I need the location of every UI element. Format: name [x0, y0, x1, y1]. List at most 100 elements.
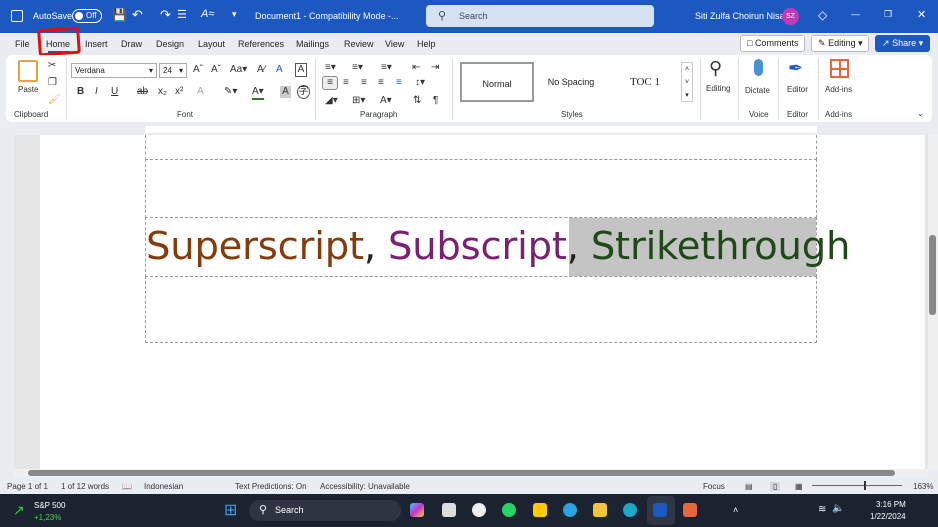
edge-icon[interactable] — [623, 503, 637, 517]
add-ins-icon[interactable] — [830, 59, 849, 78]
subscript-icon[interactable]: x₂ — [158, 86, 167, 98]
line-spacing-icon[interactable]: ↕▾ — [415, 77, 425, 89]
snipping-tool-icon[interactable] — [683, 503, 697, 517]
page-count[interactable]: Page 1 of 1 — [7, 482, 48, 491]
tab-help[interactable]: Help — [417, 39, 436, 49]
sort-icon[interactable]: ⇅ — [413, 95, 421, 107]
table-row[interactable] — [145, 135, 817, 160]
italic-icon[interactable]: I — [95, 86, 98, 98]
add-ins-button[interactable]: Add-ins — [825, 84, 852, 96]
vertical-scroll-thumb[interactable] — [929, 235, 936, 315]
document-text[interactable]: Superscript, Subscript, Strikethrough — [146, 219, 850, 275]
change-case-icon[interactable]: Aa▾ — [230, 64, 247, 76]
comments-button[interactable]: □ Comments — [740, 35, 805, 52]
style-no-spacing[interactable]: No Spacing — [535, 62, 607, 102]
collapse-ribbon-icon[interactable]: ⌄ — [917, 108, 924, 120]
editor-button[interactable]: Editor — [787, 84, 808, 96]
vertical-ruler[interactable] — [0, 135, 14, 470]
undo-icon[interactable]: ↶ — [132, 7, 143, 23]
text-predictions[interactable]: Text Predictions: On — [235, 482, 307, 491]
tab-layout[interactable]: Layout — [198, 39, 225, 49]
app-icon[interactable] — [442, 503, 456, 517]
justify-icon[interactable]: ≡ — [378, 77, 384, 89]
tab-design[interactable]: Design — [156, 39, 184, 49]
text-effects-icon[interactable]: A — [197, 86, 204, 98]
style-normal[interactable]: Normal — [460, 62, 534, 102]
volume-icon[interactable]: 🔈 — [832, 503, 844, 514]
tab-draw[interactable]: Draw — [121, 39, 142, 49]
strikethrough-icon[interactable]: ab — [137, 86, 148, 98]
tab-review[interactable]: Review — [344, 39, 374, 49]
microphone-icon[interactable] — [754, 59, 763, 76]
find-icon[interactable]: ⚲ — [709, 58, 722, 78]
avatar[interactable]: SZ — [782, 8, 799, 25]
web-layout-icon[interactable]: ▦ — [795, 482, 803, 491]
paste-icon[interactable] — [18, 60, 38, 82]
diamond-icon[interactable]: ◇ — [818, 8, 827, 22]
tab-references[interactable]: References — [238, 39, 284, 49]
zoom-slider[interactable] — [812, 485, 902, 486]
wifi-icon[interactable]: ≋ — [818, 504, 826, 515]
table-row[interactable] — [145, 276, 817, 343]
font-color-icon[interactable]: A▾ — [252, 86, 264, 100]
character-shading-icon[interactable]: A — [280, 86, 291, 98]
dictate-button[interactable]: Dictate — [745, 85, 770, 97]
tab-mailings[interactable]: Mailings — [296, 39, 329, 49]
highlight-color-icon[interactable]: ✎▾ — [224, 86, 237, 98]
telegram-icon[interactable] — [563, 503, 577, 517]
clock-time[interactable]: 3:16 PM — [876, 500, 906, 509]
superscript-word[interactable]: Superscript — [146, 224, 364, 269]
print-layout-icon[interactable]: ▯ — [770, 482, 781, 491]
strikethrough-word[interactable]: Strikethrough — [591, 224, 851, 269]
redo-icon[interactable]: ↷ — [160, 7, 171, 23]
character-border-icon[interactable]: A — [295, 63, 307, 77]
horizontal-scroll-thumb[interactable] — [28, 470, 895, 476]
zoom-level[interactable]: 163% — [913, 482, 933, 491]
font-name-select[interactable]: Verdana ▾ — [71, 63, 157, 78]
paste-label[interactable]: Paste — [18, 84, 38, 96]
file-explorer-icon[interactable] — [593, 503, 607, 517]
autosave-toggle[interactable]: Off — [72, 9, 102, 23]
phonetic-guide-icon[interactable]: A — [276, 64, 283, 76]
editor-pen-icon[interactable]: ✒ — [788, 58, 803, 78]
tab-insert[interactable]: Insert — [85, 39, 108, 49]
sticky-notes-icon[interactable] — [533, 503, 547, 517]
word-app-icon[interactable] — [653, 503, 667, 517]
font-style-icon[interactable]: A≈ — [201, 8, 214, 20]
cut-icon[interactable]: ✂ — [48, 60, 56, 72]
tab-file[interactable]: File — [15, 39, 30, 49]
customize-toolbar-icon[interactable]: ▾ — [232, 9, 237, 20]
minimize-icon[interactable]: — — [851, 9, 860, 19]
format-painter-icon[interactable]: 🖌 — [48, 94, 61, 106]
user-name[interactable]: Siti Zulfa Choirun Nisa — [695, 11, 785, 21]
stock-name[interactable]: S&P 500 — [34, 501, 65, 510]
restore-icon[interactable]: ❐ — [884, 9, 892, 20]
font-size-select[interactable]: 24 ▾ — [159, 63, 187, 78]
proofing-icon[interactable]: 📖 — [122, 482, 132, 491]
zoom-slider-thumb[interactable] — [864, 481, 866, 490]
start-icon[interactable]: ⊞ — [224, 500, 237, 520]
shading-icon[interactable]: ◢▾ — [325, 95, 338, 107]
subscript-word[interactable]: Subscript — [388, 224, 567, 269]
distributed-icon[interactable]: ≡ — [396, 77, 402, 89]
search-box[interactable]: ⚲ Search — [426, 5, 654, 27]
table-row[interactable] — [145, 159, 817, 218]
borders-icon[interactable]: ⊞▾ — [352, 95, 365, 107]
enclose-characters-icon[interactable]: 字 — [297, 85, 310, 99]
editing-mode-button[interactable]: ✎ Editing ▾ — [811, 35, 869, 52]
taskbar-search[interactable] — [249, 500, 401, 521]
align-left-icon[interactable]: ≡ — [322, 76, 338, 90]
bold-icon[interactable]: B — [77, 86, 84, 98]
whatsapp-icon[interactable] — [502, 503, 516, 517]
save-icon[interactable]: 💾 — [112, 8, 127, 22]
clear-formatting-icon[interactable]: A∕ — [257, 64, 265, 76]
read-mode-icon[interactable]: ▤ — [745, 482, 753, 491]
clock-date[interactable]: 1/22/2024 — [870, 512, 906, 521]
asian-layout-icon[interactable]: A▾ — [380, 95, 392, 107]
grow-font-icon[interactable]: Aˆ — [193, 64, 203, 76]
multilevel-list-icon[interactable]: ≡▾ — [381, 62, 392, 74]
bullets-icon[interactable]: ≡▾ — [325, 62, 336, 74]
copy-icon[interactable]: ❐ — [48, 77, 57, 89]
editing-button[interactable]: Editing — [706, 83, 730, 95]
taskbar-search-label[interactable]: Search — [275, 505, 304, 515]
